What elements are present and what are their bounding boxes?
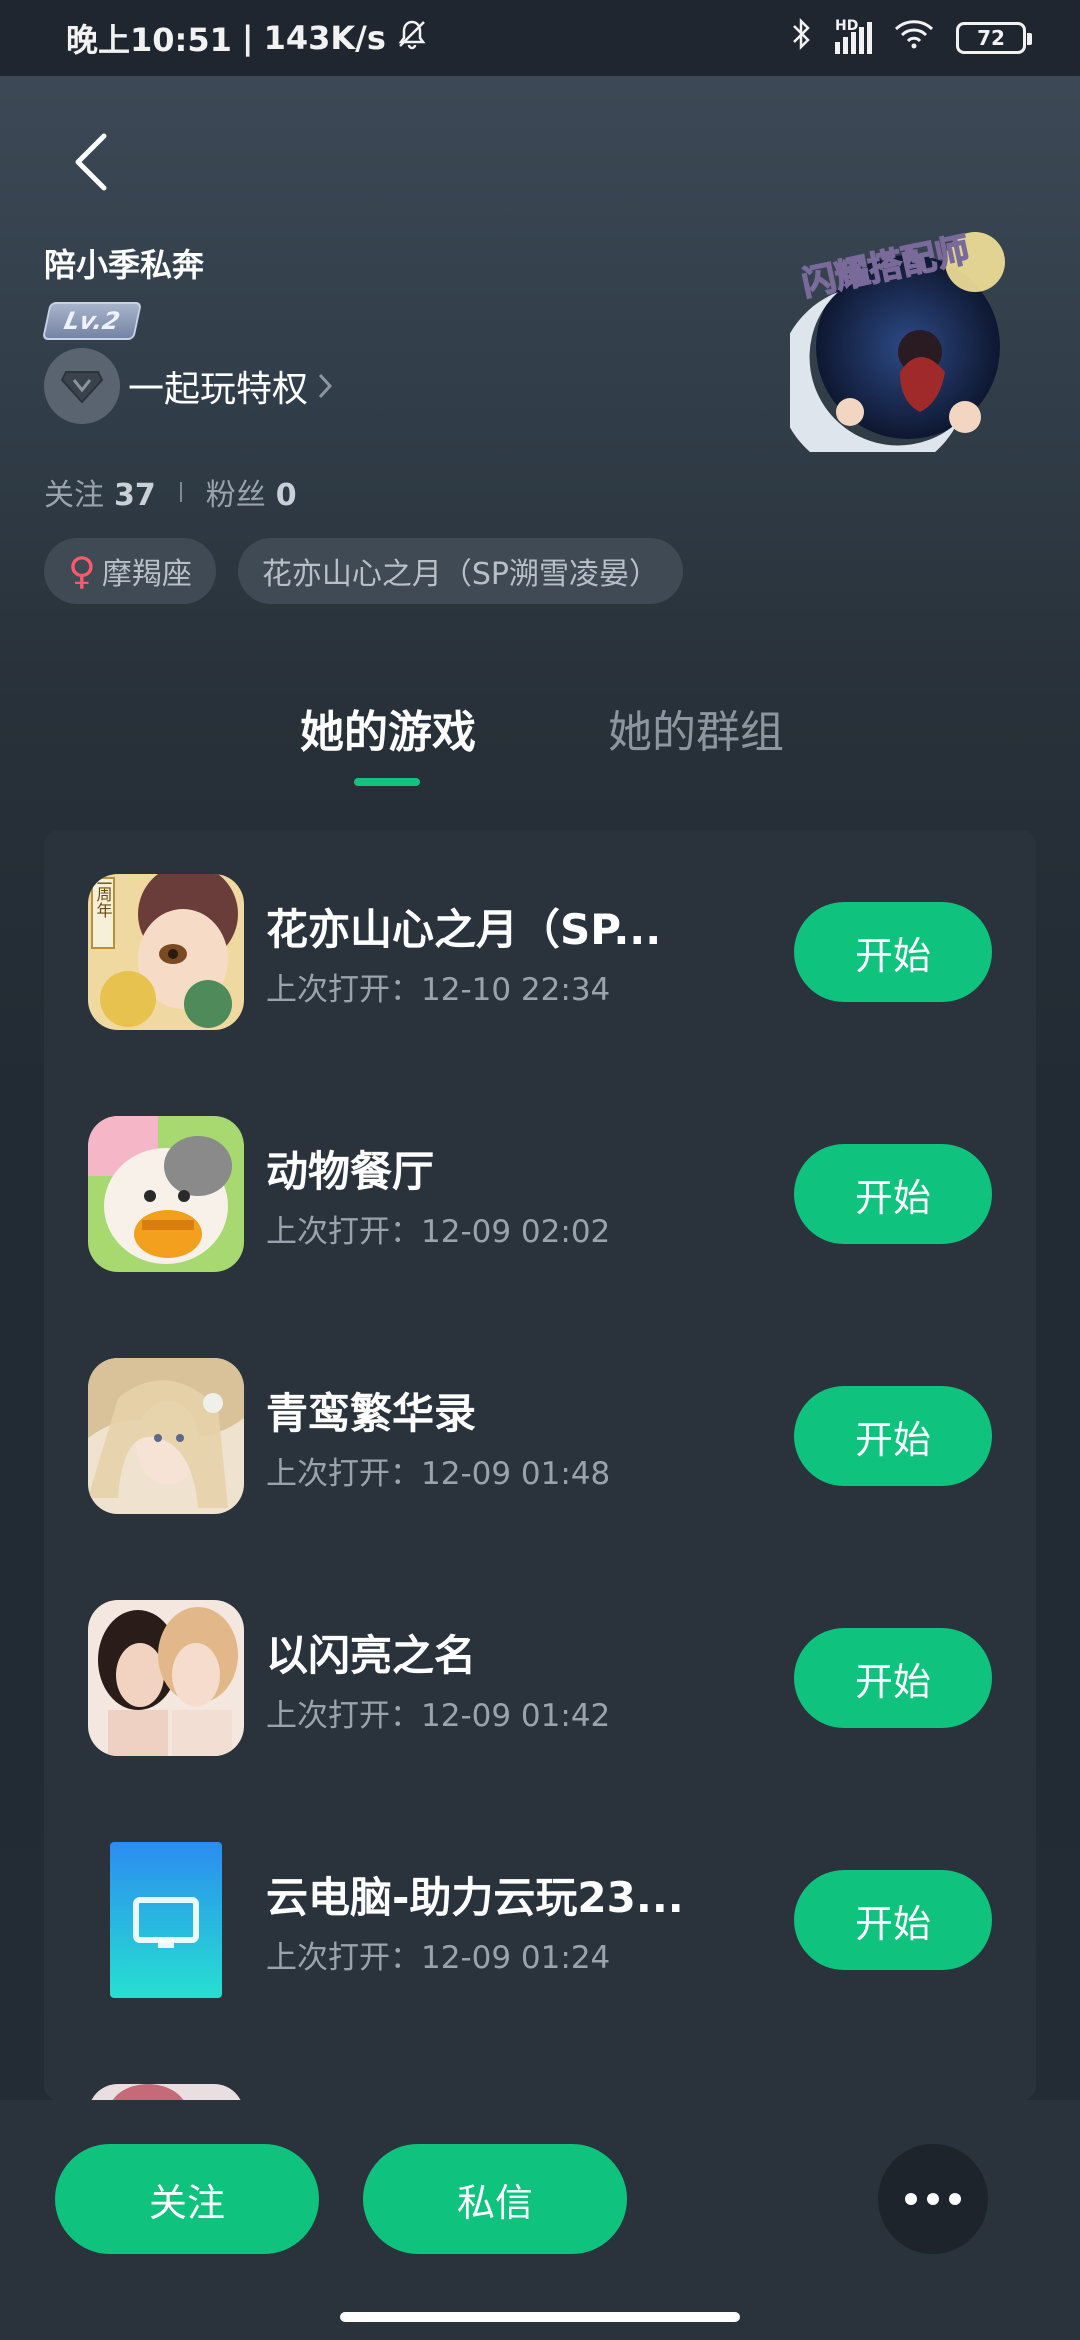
privilege-label: 一起玩特权 (128, 369, 309, 410)
game-icon (88, 2084, 244, 2100)
start-button[interactable]: 开始 (794, 1628, 992, 1728)
female-icon: ♀ (68, 549, 96, 593)
followers-count: 0 (275, 478, 297, 513)
game-icon: 二周年 (88, 874, 244, 1030)
mute-bell-icon (396, 18, 428, 58)
status-speed: 143K/s (263, 19, 386, 57)
following-label: 关注 (44, 478, 104, 513)
tag-zodiac-label: 摩羯座 (101, 557, 192, 592)
status-time: 晚上10:51 (66, 21, 232, 59)
list-item[interactable]: 云电脑-助力云玩23... 上次打开：12-09 01:24 开始 (44, 1842, 1036, 2002)
status-separator: | (241, 19, 254, 57)
follow-stats: 关注 37 粉丝 0 (44, 470, 297, 514)
game-icon (88, 1116, 244, 1272)
bluetooth-icon (791, 17, 813, 59)
start-button[interactable]: 开始 (794, 1144, 992, 1244)
wifi-icon (894, 19, 934, 57)
diamond-icon (44, 348, 120, 424)
start-button[interactable]: 开始 (794, 1870, 992, 1970)
list-item[interactable]: 青鸾繁华录 上次打开：12-09 01:48 开始 (44, 1358, 1036, 1518)
game-last-opened: 上次打开：12-09 01:42 (266, 1698, 611, 1734)
game-last-opened: 上次打开：12-10 22:34 (266, 972, 611, 1008)
avatar[interactable]: 闪耀搭配师 (777, 222, 1020, 476)
back-button[interactable] (60, 122, 120, 202)
tag-zodiac: ♀ 摩羯座 (44, 538, 216, 604)
list-item[interactable]: 二周年 花亦山心之月（SP... 上次打开：12-10 22:34 开始 (44, 874, 1036, 1034)
message-button[interactable]: 私信 (363, 2144, 627, 2254)
game-title: 云电脑-助力云玩23... (266, 1873, 684, 1922)
battery-level: 72 (977, 26, 1005, 50)
battery-icon: 72 (956, 22, 1032, 54)
game-title: 以闪亮之名 (266, 1631, 477, 1680)
list-item[interactable]: 动物餐厅 上次打开：12-09 02:02 开始 (44, 1116, 1036, 1276)
list-item-partial[interactable] (44, 2084, 1036, 2100)
signal-icon: HD (835, 18, 872, 54)
profile-tags: ♀ 摩羯座 花亦山心之月（SP溯雪凌晏） (44, 538, 683, 604)
game-icon (88, 1600, 244, 1756)
tab-indicator (354, 778, 420, 786)
tab-her-games[interactable]: 她的游戏 (300, 696, 476, 760)
tag-game: 花亦山心之月（SP溯雪凌晏） (237, 538, 683, 604)
list-item[interactable]: 以闪亮之名 上次打开：12-09 01:42 开始 (44, 1600, 1036, 1760)
bottom-action-bar: 关注 私信 (0, 2100, 1080, 2340)
start-button[interactable]: 开始 (794, 902, 992, 1002)
tab-her-groups[interactable]: 她的群组 (608, 696, 784, 760)
start-button[interactable]: 开始 (794, 1386, 992, 1486)
tab-bar: 她的游戏 她的群组 (0, 696, 1080, 792)
level-badge: Lv.2 (41, 302, 143, 340)
privilege-link[interactable]: 一起玩特权 (44, 348, 334, 424)
follow-button[interactable]: 关注 (55, 2144, 319, 2254)
more-button[interactable] (878, 2144, 988, 2254)
game-last-opened: 上次打开：12-09 01:24 (266, 1940, 611, 1976)
game-last-opened: 上次打开：12-09 02:02 (266, 1214, 611, 1250)
chevron-right-icon (318, 373, 333, 399)
game-title: 动物餐厅 (266, 1147, 435, 1196)
following-stat[interactable]: 关注 37 (44, 470, 156, 514)
tag-game-label: 花亦山心之月（SP溯雪凌晏） (261, 557, 659, 592)
games-list: 二周年 花亦山心之月（SP... 上次打开：12-10 22:34 开始 动物餐… (44, 830, 1036, 2100)
more-dot (927, 2193, 939, 2205)
game-icon (88, 1842, 244, 1998)
game-icon (88, 1358, 244, 1514)
chevron-left-icon (75, 133, 107, 191)
stat-divider (179, 482, 182, 502)
home-indicator[interactable] (340, 2312, 740, 2322)
more-dots-icon (905, 2193, 917, 2205)
followers-label: 粉丝 (205, 478, 266, 513)
status-bar: 晚上10:51 | 143K/s HD 72 (0, 0, 1080, 76)
following-count: 37 (114, 478, 156, 513)
more-dot (949, 2193, 961, 2205)
hd-label: HD (835, 18, 859, 34)
game-last-opened: 上次打开：12-09 01:48 (266, 1456, 611, 1492)
status-left: 晚上10:51 | 143K/s (66, 15, 428, 61)
game-title: 花亦山心之月（SP... (266, 905, 662, 954)
game-title: 青鸾繁华录 (266, 1389, 477, 1438)
status-right: HD 72 (791, 17, 1032, 59)
profile-name: 陪小季私奔 (44, 246, 205, 284)
followers-stat[interactable]: 粉丝 0 (206, 470, 297, 514)
game-icon-text: 二周年 (94, 874, 113, 918)
